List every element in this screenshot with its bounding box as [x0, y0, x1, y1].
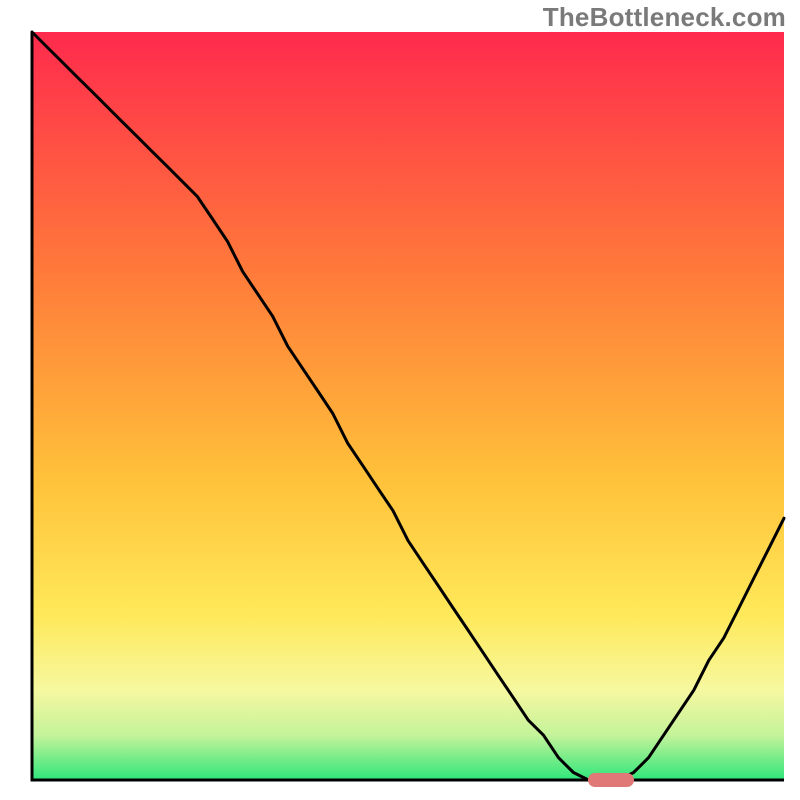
chart-svg: [0, 0, 800, 800]
optimal-marker: [588, 773, 633, 787]
watermark-text: TheBottleneck.com: [543, 2, 786, 33]
bottleneck-chart: TheBottleneck.com: [0, 0, 800, 800]
